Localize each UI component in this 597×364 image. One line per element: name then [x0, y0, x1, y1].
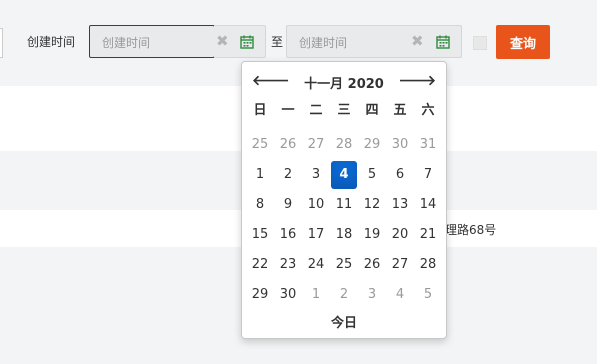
calendar-day[interactable]: 18 — [331, 221, 357, 249]
calendar-day-other-month[interactable]: 29 — [359, 131, 385, 159]
calendar-day[interactable]: 11 — [331, 191, 357, 219]
clear-start-date-icon[interactable]: ✖ — [216, 33, 229, 49]
calendar-day[interactable]: 17 — [303, 221, 329, 249]
end-date-placeholder: 创建时间 — [299, 36, 348, 50]
calendar-day[interactable]: 9 — [275, 191, 301, 219]
calendar-icon[interactable] — [436, 35, 450, 49]
calendar-day-other-month[interactable]: 27 — [303, 131, 329, 159]
date-picker-popup: 🡐 十一月 2020 🡒 日一二三四五六 25 26 27 28 29 30 31 1 2 3 4 5 6… — [241, 61, 447, 339]
calendar-day[interactable]: 16 — [275, 221, 301, 249]
calendar-day[interactable]: 2 — [275, 161, 301, 189]
calendar-day[interactable]: 29 — [247, 281, 273, 309]
calendar-day[interactable]: 6 — [387, 161, 413, 189]
start-date-placeholder: 创建时间 — [102, 36, 151, 50]
weekday-header: 二 — [309, 103, 323, 118]
address-cell: 理路68号 — [445, 223, 497, 237]
calendar-day[interactable]: 28 — [415, 251, 441, 279]
calendar-day[interactable]: 30 — [275, 281, 301, 309]
weekday-header: 四 — [365, 103, 379, 118]
end-date-input[interactable]: 创建时间 ✖ — [286, 25, 462, 58]
query-button[interactable]: 查询 — [496, 25, 550, 59]
calendar-icon[interactable] — [240, 35, 254, 49]
today-button[interactable]: 今日 — [242, 312, 446, 331]
weekday-header: 一 — [281, 103, 295, 118]
calendar-day[interactable]: 1 — [247, 161, 273, 189]
next-month-icon[interactable]: 🡒 — [398, 72, 436, 89]
calendar-day[interactable]: 8 — [247, 191, 273, 219]
calendar-day[interactable]: 23 — [275, 251, 301, 279]
start-date-icons: ✖ — [214, 25, 266, 58]
clear-end-date-icon[interactable]: ✖ — [411, 33, 424, 49]
created-time-label: 创建时间 — [27, 35, 76, 49]
calendar-day[interactable]: 5 — [359, 161, 385, 189]
calendar-day[interactable]: 12 — [359, 191, 385, 219]
filter-checkbox[interactable] — [473, 36, 487, 50]
calendar-day[interactable]: 21 — [415, 221, 441, 249]
calendar-day[interactable]: 14 — [415, 191, 441, 219]
calendar-day[interactable]: 13 — [387, 191, 413, 219]
calendar-day[interactable]: 15 — [247, 221, 273, 249]
calendar-day-other-month[interactable]: 5 — [415, 281, 441, 309]
calendar-day[interactable]: 25 — [331, 251, 357, 279]
calendar-day-other-month[interactable]: 28 — [331, 131, 357, 159]
calendar-day-other-month[interactable]: 26 — [275, 131, 301, 159]
calendar-day-other-month[interactable]: 31 — [415, 131, 441, 159]
calendar-day[interactable]: 3 — [303, 161, 329, 189]
calendar-day-other-month[interactable]: 3 — [359, 281, 385, 309]
calendar-day[interactable]: 26 — [359, 251, 385, 279]
weekday-header: 日 — [253, 103, 267, 118]
calendar-grid: 日一二三四五六 25 26 27 28 29 30 31 1 2 3 4 5 6 7 8 9 10 11 12 13 14… — [246, 100, 444, 310]
calendar-day[interactable]: 19 — [359, 221, 385, 249]
calendar-day[interactable]: 27 — [387, 251, 413, 279]
calendar-day-other-month[interactable]: 2 — [331, 281, 357, 309]
calendar-day[interactable]: 22 — [247, 251, 273, 279]
to-label: 至 — [271, 35, 284, 49]
calendar-day[interactable]: 20 — [387, 221, 413, 249]
calendar-day[interactable]: 10 — [303, 191, 329, 219]
calendar-day-selected[interactable]: 4 — [331, 161, 357, 189]
weekday-header: 五 — [393, 103, 407, 118]
calendar-day-other-month[interactable]: 30 — [387, 131, 413, 159]
calendar-day-other-month[interactable]: 25 — [247, 131, 273, 159]
calendar-day-other-month[interactable]: 1 — [303, 281, 329, 309]
calendar-day[interactable]: 24 — [303, 251, 329, 279]
weekday-header: 三 — [337, 103, 351, 118]
weekday-header: 六 — [421, 103, 435, 118]
calendar-day[interactable]: 7 — [415, 161, 441, 189]
left-field-edge[interactable] — [0, 28, 3, 58]
start-date-input[interactable]: 创建时间 — [89, 25, 215, 58]
date-picker-header: 🡐 十一月 2020 🡒 — [242, 72, 446, 92]
calendar-day-other-month[interactable]: 4 — [387, 281, 413, 309]
